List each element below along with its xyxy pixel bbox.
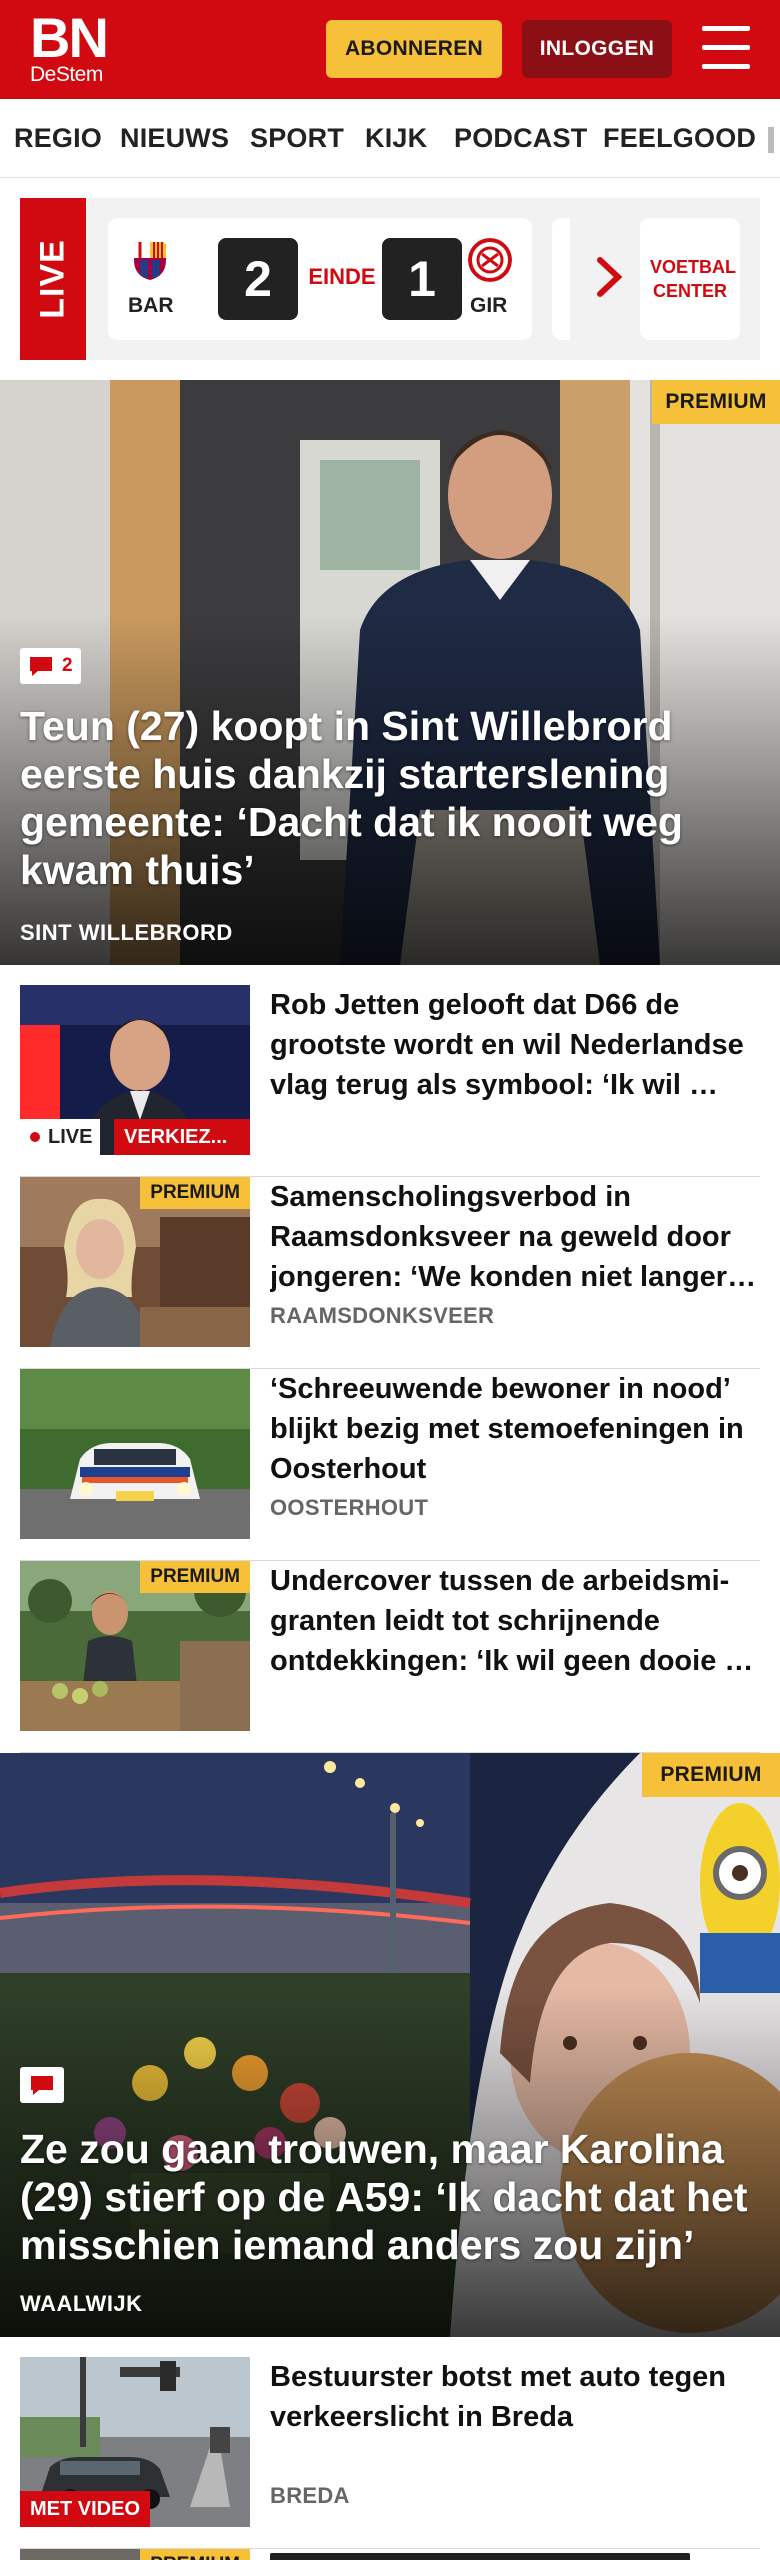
section-nav: REGIO NIEUWS SPORT KIJK PODCAST FEELGOOD bbox=[0, 99, 780, 178]
live-indicator-label: LIVE bbox=[48, 1125, 93, 1148]
article-headline-partial[interactable] bbox=[270, 2553, 690, 2560]
premium-badge: PREMIUM bbox=[140, 1177, 250, 1209]
away-score: 1 bbox=[382, 238, 462, 320]
hero-2-headline[interactable]: Ze zou gaan trouwen, maar Karolina (29) … bbox=[20, 2125, 750, 2269]
video-tag: MET VIDEO bbox=[20, 2491, 151, 2527]
live-label: LIVE bbox=[33, 239, 72, 319]
list-item[interactable]: ‘Schreeuwende bewoner in nood’ blijkt be… bbox=[20, 1369, 760, 1561]
comment-count: 2 bbox=[62, 655, 73, 676]
nav-item-kijk[interactable]: KIJK bbox=[365, 123, 427, 154]
home-team: BAR bbox=[128, 294, 174, 317]
login-button[interactable]: INLOGGEN bbox=[522, 20, 672, 78]
live-dot-icon bbox=[30, 1132, 40, 1142]
article-headline[interactable]: Undercover tussen de arbeidsmi­granten l… bbox=[270, 1561, 760, 1681]
voetbal-center-label: VOETBAL CENTER bbox=[650, 257, 737, 301]
article-location: RAAMSDONKSVEER bbox=[270, 1303, 495, 1328]
election-tag: VERKIEZ... bbox=[114, 1119, 250, 1155]
list-item[interactable]: LIVE VERKIEZ... Rob Jetten gelooft dat D… bbox=[20, 985, 760, 1177]
article-thumbnail: PREMIUM bbox=[20, 1561, 250, 1731]
voetbal-center-link[interactable]: VOETBAL CENTER bbox=[640, 218, 740, 340]
hero-1-location: SINT WILLEBRORD bbox=[20, 920, 233, 945]
hero-1-headline[interactable]: Teun (27) koopt in Sint Willebrord eerst… bbox=[20, 702, 750, 894]
premium-badge: PREMIUM bbox=[652, 380, 780, 424]
nav-overflow-item[interactable] bbox=[768, 127, 774, 153]
nav-item-sport[interactable]: SPORT bbox=[250, 123, 344, 154]
live-indicator: LIVE bbox=[20, 1119, 101, 1155]
article-thumbnail bbox=[20, 1369, 250, 1539]
hero-article-1[interactable]: PREMIUM 2 Teun (27) koopt in Sint Willeb… bbox=[0, 380, 780, 965]
site-logo[interactable]: BN DeStem bbox=[30, 6, 109, 86]
nav-item-nieuws[interactable]: NIEUWS bbox=[120, 123, 229, 154]
logo-main: BN bbox=[30, 6, 109, 69]
list-item-partial[interactable]: PREMIUM bbox=[20, 2549, 760, 2560]
article-thumbnail: PREMIUM bbox=[20, 1177, 250, 1347]
premium-badge: PREMIUM bbox=[140, 1561, 250, 1593]
hero-article-2[interactable]: PREMIUM Ze zou gaan trouwen, maar Karoli… bbox=[0, 1753, 780, 2337]
top-bar: BN DeStem ABONNEREN INLOGGEN bbox=[0, 0, 780, 99]
nav-item-feelgood[interactable]: FEELGOOD bbox=[603, 123, 756, 154]
live-tab[interactable]: LIVE bbox=[20, 198, 86, 360]
nav-item-regio[interactable]: REGIO bbox=[14, 123, 102, 154]
thumb-photo-police-car bbox=[20, 1369, 250, 1539]
list-item[interactable]: PREMIUM Undercover tussen de arbeidsmi­g… bbox=[20, 1561, 760, 1753]
article-headline[interactable]: Samenscholingsverbod in Raamsdonksveer n… bbox=[270, 1177, 760, 1297]
premium-badge: PREMIUM bbox=[642, 1753, 780, 1797]
article-thumbnail: MET VIDEO bbox=[20, 2357, 250, 2527]
article-headline[interactable]: Rob Jetten gelooft dat D66 de grootste w… bbox=[270, 985, 760, 1105]
away-team: GIR bbox=[470, 294, 508, 317]
article-thumbnail: PREMIUM bbox=[20, 2549, 250, 2560]
comment-badge[interactable] bbox=[20, 2067, 64, 2103]
article-thumbnail: LIVE VERKIEZ... bbox=[20, 985, 250, 1155]
next-match-card[interactable] bbox=[552, 218, 570, 340]
comment-icon bbox=[31, 2076, 53, 2095]
match-card[interactable]: BAR 2 EINDE 1 GIR bbox=[108, 218, 532, 340]
hamburger-menu-icon[interactable] bbox=[702, 26, 750, 70]
article-headline[interactable]: ‘Schreeuwende bewoner in nood’ blijkt be… bbox=[270, 1369, 760, 1489]
home-score: 2 bbox=[218, 238, 298, 320]
barcelona-crest-icon bbox=[134, 242, 166, 280]
article-headline[interactable]: Bestuurster botst met auto tegen verkeer… bbox=[270, 2357, 760, 2437]
match-status: EINDE bbox=[308, 264, 376, 289]
comment-count-badge[interactable]: 2 bbox=[20, 648, 81, 684]
live-scores-bar: LIVE BAR 2 EINDE 1 GIR VOETBAL CENTER bbox=[20, 198, 760, 360]
premium-badge: PREMIUM bbox=[140, 2549, 250, 2560]
comment-icon bbox=[30, 657, 52, 676]
girona-crest-icon bbox=[468, 238, 512, 282]
hero-2-location: WAALWIJK bbox=[20, 2291, 143, 2316]
nav-item-podcast[interactable]: PODCAST bbox=[454, 123, 587, 154]
article-location: OOSTERHOUT bbox=[270, 1495, 429, 1520]
chevron-right-icon[interactable] bbox=[590, 252, 630, 302]
list-item[interactable]: PREMIUM Samenscholingsverbod in Raamsdon… bbox=[20, 1177, 760, 1369]
logo-sub: DeStem bbox=[30, 63, 103, 86]
list-item[interactable]: MET VIDEO Bestuurster botst met auto teg… bbox=[20, 2357, 760, 2549]
subscribe-button[interactable]: ABONNEREN bbox=[326, 20, 502, 78]
article-location: BREDA bbox=[270, 2483, 350, 2508]
